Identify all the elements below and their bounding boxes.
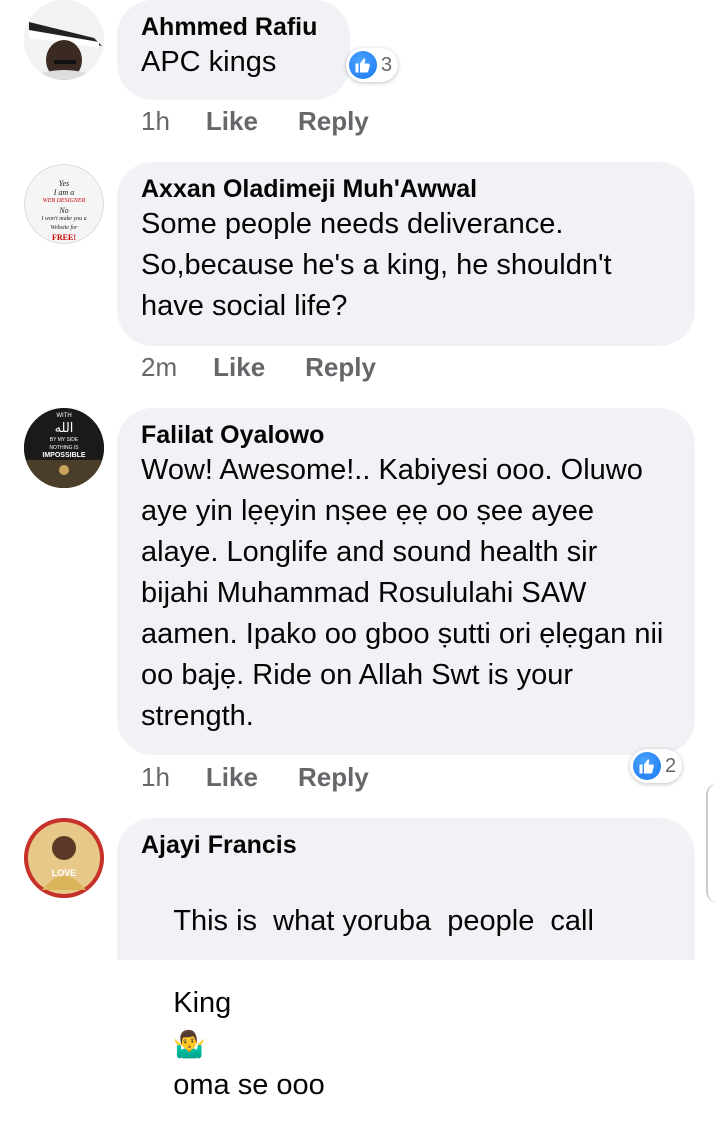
comment-author[interactable]: Ajayi Francis <box>141 830 670 860</box>
like-link[interactable]: Like <box>206 762 258 793</box>
reply-link[interactable]: Reply <box>298 762 369 793</box>
shrug-emoji: 🤷‍♂️ <box>173 1029 206 1059</box>
comment-bubble: Axxan Oladimeji Muh'Awwal Some people ne… <box>117 162 695 346</box>
avatar-text: BY MY SIDE <box>49 437 79 443</box>
comment-time[interactable]: 2m <box>141 352 177 383</box>
avatar[interactable] <box>24 0 104 80</box>
comment-actions: 1h Like Reply <box>141 762 369 793</box>
avatar-text: LOVE <box>51 868 77 878</box>
reply-link[interactable]: Reply <box>298 106 369 137</box>
comment-text-line: This is what yoruba people call <box>173 905 594 937</box>
scroll-indicator[interactable] <box>706 783 720 903</box>
comment-author[interactable]: Ahmmed Rafiu <box>141 12 325 42</box>
avatar-text: WITH <box>56 413 72 419</box>
comment-text-word: oma se ooo <box>173 1069 325 1101</box>
comment-text: Some people needs deliverance. So,becaus… <box>141 208 620 322</box>
avatar-text: No <box>59 206 69 215</box>
avatar-text: الله <box>54 420 74 435</box>
comment-bubble: Falilat Oyalowo Wow! Awesome!.. Kabiyesi… <box>117 408 695 755</box>
reaction-number: 3 <box>381 53 393 76</box>
comment-text: This is what yoruba people call King 🤷‍♂… <box>141 860 670 1147</box>
avatar[interactable]: Yes I am a WEB DESIGNER No I won't make … <box>24 164 104 244</box>
avatar-text: Website for <box>50 225 78 231</box>
like-link[interactable]: Like <box>206 106 258 137</box>
reaction-number: 2 <box>665 754 677 777</box>
comment-actions: 1h Like Reply <box>141 106 369 137</box>
avatar[interactable]: WITH الله BY MY SIDE NOTHING IS IMPOSSIB… <box>24 408 104 488</box>
comment-bubble: Ajayi Francis This is what yoruba people… <box>117 818 695 1101</box>
thumbs-up-icon <box>349 51 377 79</box>
comment-time[interactable]: 1h <box>141 762 170 793</box>
comment-text: APC kings <box>141 46 277 78</box>
avatar-text: I won't make you a <box>41 216 87 222</box>
avatar-text: I am a <box>53 188 75 197</box>
comment-author[interactable]: Falilat Oyalowo <box>141 420 670 450</box>
like-link[interactable]: Like <box>213 352 265 383</box>
avatar-text: NOTHING IS <box>49 445 79 451</box>
avatar-text: IMPOSSIBLE <box>42 452 86 459</box>
comment-bubble: Ahmmed Rafiu APC kings <box>117 0 350 100</box>
avatar-text: FREE! <box>52 233 76 242</box>
avatar-text: Yes <box>58 179 70 188</box>
avatar[interactable]: LOVE <box>24 818 104 898</box>
comment-author[interactable]: Axxan Oladimeji Muh'Awwal <box>141 174 670 204</box>
comment-actions: 2m Like Reply <box>141 352 376 383</box>
avatar-image <box>24 818 104 898</box>
comment-text: Wow! Awesome!.. Kabiyesi ooo. Oluwo aye … <box>141 454 672 732</box>
reaction-count[interactable]: 3 <box>346 48 399 82</box>
reply-link[interactable]: Reply <box>305 352 376 383</box>
avatar-text: WEB DESIGNER <box>42 198 86 204</box>
thumbs-up-icon <box>633 752 661 780</box>
reaction-count[interactable]: 2 <box>630 749 683 783</box>
comment-text-word: King <box>173 987 232 1019</box>
comment-time[interactable]: 1h <box>141 106 170 137</box>
avatar-image <box>24 0 104 80</box>
